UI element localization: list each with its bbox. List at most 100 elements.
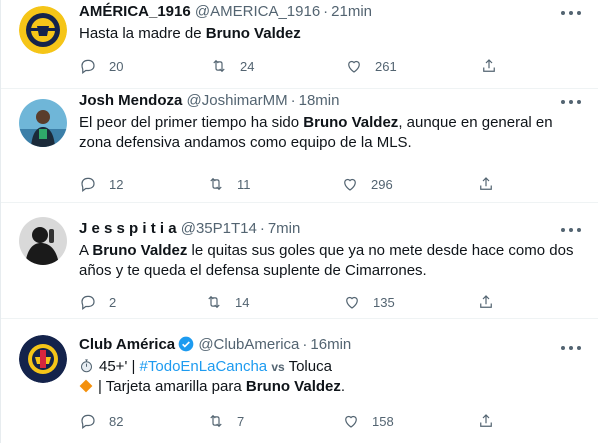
reply-count: 82: [109, 413, 124, 429]
rival-team: Toluca: [288, 358, 332, 375]
club-america-crest-icon: [19, 335, 67, 383]
share-icon: [480, 414, 492, 427]
heart-icon: [348, 60, 360, 73]
more-options-button[interactable]: [561, 341, 583, 355]
like-count: 261: [375, 58, 397, 74]
tweet-actions: 12 11 296: [79, 174, 581, 194]
reply-count: 12: [109, 176, 124, 192]
reply-count: 20: [109, 58, 124, 74]
like-button[interactable]: 261: [345, 56, 397, 76]
heart-icon: [346, 296, 358, 309]
hashtag-link[interactable]: #TodoEnLaCancha: [140, 358, 268, 375]
tweet[interactable]: Josh Mendoza @JoshimarMM · 18min El peor d…: [1, 89, 598, 203]
display-name[interactable]: Club América: [79, 336, 175, 353]
like-button[interactable]: 158: [342, 411, 394, 431]
like-button[interactable]: 135: [343, 292, 395, 312]
timestamp[interactable]: 16min: [310, 336, 351, 353]
display-name[interactable]: AMÉRICA_1916: [79, 3, 191, 20]
user-handle[interactable]: @JoshimarMM: [187, 92, 288, 109]
display-name[interactable]: J e s s p i t i a: [79, 220, 177, 237]
reply-button[interactable]: 12: [79, 174, 123, 194]
timestamp[interactable]: 21min: [331, 3, 372, 20]
separator-dot: ·: [323, 3, 329, 20]
avatar[interactable]: [19, 335, 67, 383]
tweet[interactable]: Club América @ClubAmerica · 16min 45+' | #…: [1, 319, 598, 443]
bold-mention: Bruno Valdez: [303, 114, 399, 131]
share-button[interactable]: [477, 292, 495, 312]
tweet[interactable]: J e s s p i t i a @35P1T14 · 7min A Bruno …: [1, 203, 598, 319]
retweet-count: 24: [240, 58, 255, 74]
tweet-text: El peor del primer tiempo ha sido Bruno …: [79, 113, 585, 153]
profile-photo-icon: [19, 99, 67, 147]
tweet-actions: 2 14 135: [79, 292, 581, 312]
retweet-icon: [213, 59, 225, 73]
share-button[interactable]: [480, 56, 498, 76]
tweet-actions: 82 7 158: [79, 411, 581, 431]
like-count: 135: [373, 294, 395, 310]
tweet[interactable]: AMÉRICA_1916 @AMERICA_1916 · 21min Hasta l…: [1, 0, 598, 89]
avatar[interactable]: [19, 217, 67, 265]
tweet-actions: 20 24 261: [79, 56, 581, 76]
retweet-count: 11: [237, 176, 251, 192]
reply-icon: [81, 59, 95, 74]
timestamp[interactable]: 18min: [299, 92, 340, 109]
reply-icon: [81, 295, 95, 310]
tweet-text: Hasta la madre de Bruno Valdez: [79, 24, 585, 44]
separator-dot: ·: [259, 220, 265, 237]
reply-count: 2: [109, 294, 117, 310]
display-name[interactable]: Josh Mendoza: [79, 92, 182, 109]
tweet-feed: AMÉRICA_1916 @AMERICA_1916 · 21min Hasta l…: [0, 0, 598, 443]
more-options-button[interactable]: [561, 95, 583, 109]
retweet-count: 7: [237, 413, 245, 429]
share-button[interactable]: [477, 174, 495, 194]
separator-dot: ·: [302, 336, 308, 353]
retweet-button[interactable]: 7: [207, 411, 244, 431]
tweet-text: 45+' | #TodoEnLaCancha vs Toluca | Tarje…: [79, 357, 585, 397]
like-count: 296: [371, 176, 393, 192]
reply-button[interactable]: 82: [79, 411, 123, 431]
tweet-line-2: | Tarjeta amarilla para Bruno Valdez.: [79, 377, 585, 397]
retweet-button[interactable]: 24: [210, 56, 254, 76]
reply-button[interactable]: 20: [79, 56, 123, 76]
stopwatch-icon: [81, 359, 92, 373]
reply-icon: [81, 177, 95, 192]
tweet-line-1: 45+' | #TodoEnLaCancha vs Toluca: [79, 357, 585, 377]
reply-icon: [81, 414, 95, 429]
verified-badge-icon: [178, 336, 194, 352]
user-handle[interactable]: @ClubAmerica: [198, 336, 299, 353]
user-handle[interactable]: @35P1T14: [181, 220, 257, 237]
retweet-icon: [210, 414, 222, 428]
user-handle[interactable]: @AMERICA_1916: [195, 3, 320, 20]
retweet-button[interactable]: 14: [205, 292, 249, 312]
share-button[interactable]: [477, 411, 495, 431]
like-button[interactable]: 296: [341, 174, 393, 194]
avatar[interactable]: [19, 99, 67, 147]
retweet-icon: [208, 295, 220, 309]
retweet-icon: [210, 177, 222, 191]
retweet-count: 14: [235, 294, 250, 310]
share-icon: [480, 177, 492, 190]
text-part: A: [79, 242, 93, 259]
bold-mention: Bruno Valdez: [245, 378, 341, 395]
more-options-button[interactable]: [561, 223, 583, 237]
vs-symbol: vs: [271, 360, 285, 374]
timestamp[interactable]: 7min: [268, 220, 301, 237]
text-part: Hasta la madre de: [79, 25, 206, 42]
text-part: | Tarjeta amarilla para: [98, 378, 246, 395]
avatar[interactable]: [19, 6, 67, 54]
silhouette-photo-icon: [19, 217, 67, 265]
text-part: El peor del primer tiempo ha sido: [79, 114, 304, 131]
separator-dot: ·: [290, 92, 296, 109]
share-icon: [483, 59, 495, 72]
america-crest-icon: [19, 6, 67, 54]
heart-icon: [344, 178, 356, 191]
more-options-button[interactable]: [561, 6, 583, 20]
share-icon: [480, 295, 492, 308]
bold-mention: Bruno Valdez: [92, 242, 188, 259]
match-minute: 45+' |: [99, 358, 140, 375]
bold-mention: Bruno Valdez: [205, 25, 301, 42]
retweet-button[interactable]: 11: [207, 174, 251, 194]
reply-button[interactable]: 2: [79, 292, 116, 312]
heart-icon: [345, 415, 357, 428]
text-part: .: [340, 378, 346, 395]
